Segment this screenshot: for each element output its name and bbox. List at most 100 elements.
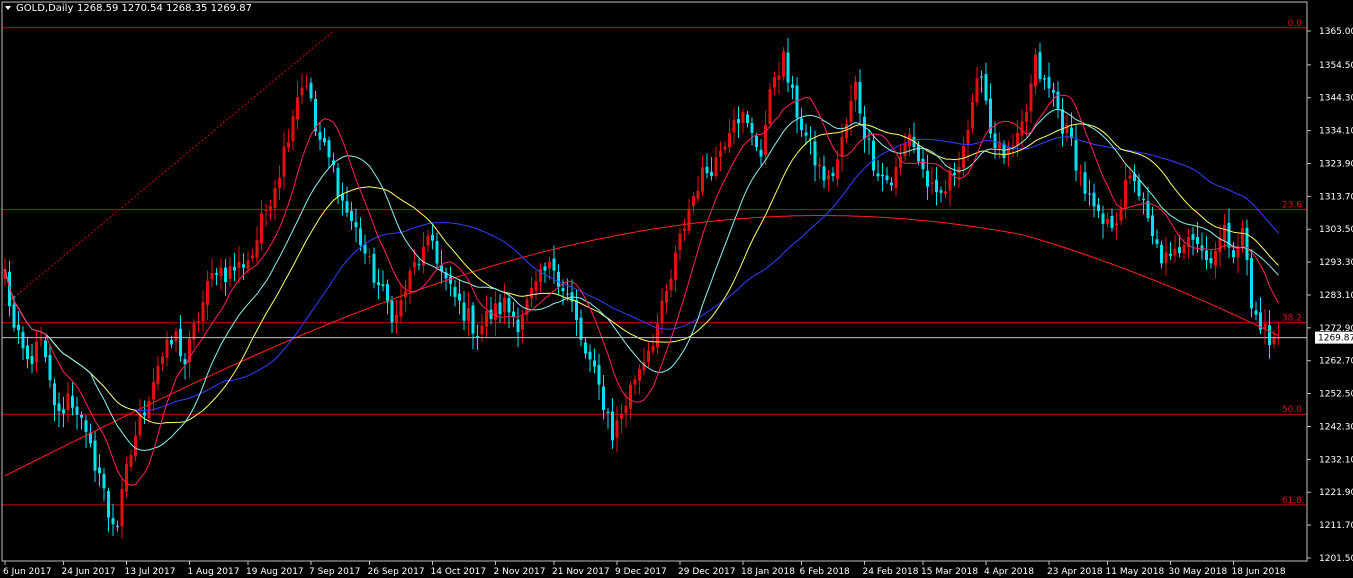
candle-body <box>822 166 826 181</box>
candle-body <box>426 235 430 246</box>
candle-body <box>993 133 997 149</box>
fib-level-label-1: 23.6 <box>1282 201 1302 211</box>
candle-body <box>26 345 29 360</box>
candle-body <box>48 354 52 381</box>
candle-body <box>818 164 821 167</box>
candle-body <box>431 234 434 241</box>
candle-body <box>746 114 749 123</box>
x-tick-label-9: 21 Nov 2017 <box>552 567 610 577</box>
candle-body <box>1164 252 1168 263</box>
x-tick-label-8: 2 Nov 2017 <box>494 567 546 577</box>
candle-body <box>1254 310 1258 315</box>
candle-body <box>1151 215 1154 237</box>
x-tick-label-16: 4 Apr 2018 <box>984 567 1034 577</box>
candle-body <box>615 420 619 438</box>
fib-level-label-0: 0.0 <box>1288 19 1303 29</box>
candle-body <box>1043 78 1046 80</box>
candle-body <box>552 258 556 271</box>
candle-body <box>908 134 911 147</box>
candle-body <box>485 311 488 327</box>
candle-body <box>368 256 371 258</box>
candle-body <box>1110 216 1114 228</box>
y-tick-label-4: 1323.90 <box>1319 159 1353 169</box>
candle-body <box>674 252 677 281</box>
candle-body <box>548 261 551 269</box>
candle-body <box>939 190 943 193</box>
price-chart[interactable]: 0.0 23.6 38.2 50.0 61.8 1365.00 1354.50 1344.3… <box>0 0 1353 578</box>
candle-body <box>233 266 236 271</box>
candle-body <box>237 261 241 269</box>
candle-body <box>921 158 925 170</box>
candle-body <box>210 273 214 280</box>
candle-body <box>1137 180 1141 197</box>
candle-body <box>962 145 965 169</box>
candle-body <box>251 255 254 259</box>
y-tick-label-12: 1242.30 <box>1319 422 1353 432</box>
candle-body <box>458 293 461 301</box>
candle-173 <box>782 47 785 81</box>
candle-body <box>750 123 754 133</box>
candle-body <box>530 287 533 299</box>
candle-body <box>12 304 16 328</box>
chart-background <box>0 0 1353 578</box>
candle-body <box>17 324 20 331</box>
candle-body <box>678 233 682 251</box>
candle-body <box>557 271 560 288</box>
candle-body <box>1088 193 1091 195</box>
candle-body <box>372 253 376 283</box>
x-tick-label-5: 7 Sep 2017 <box>309 567 360 577</box>
candle-body <box>759 149 763 157</box>
candle-body <box>1092 192 1096 207</box>
candle-body <box>701 167 704 192</box>
candle-body <box>143 412 146 416</box>
candle-body <box>1155 239 1159 244</box>
candle-body <box>1128 175 1132 179</box>
candle-body <box>282 146 286 177</box>
candle-body <box>215 273 218 276</box>
candle-body <box>1061 109 1064 134</box>
y-tick-label-10: 1262.70 <box>1319 357 1353 367</box>
candle-body <box>296 97 299 120</box>
candle-body <box>858 81 862 114</box>
fib-level-label-3: 50.0 <box>1282 405 1302 415</box>
candle-body <box>768 89 772 124</box>
candle-body <box>107 491 110 518</box>
candle-body <box>1214 250 1217 266</box>
candle-body <box>156 365 160 384</box>
candle-body <box>44 340 47 358</box>
candle-body <box>579 317 583 340</box>
candle-body <box>917 144 920 162</box>
candle-body <box>804 132 808 136</box>
candle-body <box>435 241 439 264</box>
candle-body <box>476 336 479 338</box>
candle-body <box>152 382 155 400</box>
candle-body <box>606 411 610 413</box>
y-tick-label-0: 1365.00 <box>1319 27 1353 37</box>
candle-body <box>246 260 250 269</box>
candle-body <box>264 209 268 211</box>
candle-body <box>1245 227 1249 260</box>
candle-body <box>453 287 457 297</box>
candle-body <box>395 314 398 323</box>
candle-body <box>1209 258 1213 264</box>
chart-window[interactable]: 0.0 23.6 38.2 50.0 61.8 1365.00 1354.50 1344.3… <box>0 0 1353 578</box>
candle-body <box>102 474 106 489</box>
candle-body <box>971 101 974 129</box>
candle-body <box>516 319 520 333</box>
candle-body <box>633 379 637 385</box>
candle-body <box>1205 250 1208 260</box>
candle-body <box>602 386 605 411</box>
candle-body <box>179 328 182 357</box>
x-tick-label-12: 18 Jan 2018 <box>741 567 795 577</box>
candle-body <box>926 170 929 187</box>
candle-body <box>494 303 497 320</box>
candle-body <box>1178 247 1181 254</box>
candle-170 <box>768 82 772 129</box>
candle-body <box>1097 204 1100 211</box>
candle-body <box>323 137 326 143</box>
candle-body <box>399 300 403 317</box>
candle-body <box>1020 121 1024 136</box>
candle-body <box>129 455 133 467</box>
candle-body <box>705 166 709 174</box>
candle-body <box>854 81 857 100</box>
